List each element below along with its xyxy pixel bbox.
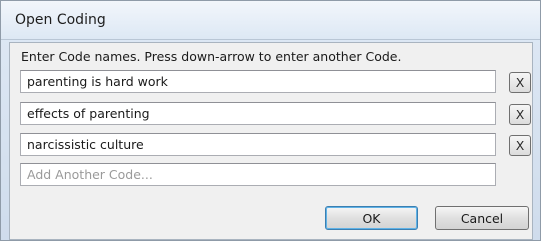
instruction-text: Enter Code names. Press down-arrow to en…	[21, 49, 402, 64]
code-input-1[interactable]	[20, 70, 496, 93]
cancel-button[interactable]: Cancel	[435, 206, 529, 230]
code-input-2[interactable]	[20, 102, 496, 125]
add-code-input[interactable]	[20, 163, 496, 186]
open-coding-dialog: Open Coding Enter Code names. Press down…	[0, 0, 541, 241]
remove-code-2-button[interactable]: X	[509, 104, 531, 125]
dialog-body: Enter Code names. Press down-arrow to en…	[9, 42, 533, 240]
ok-button[interactable]: OK	[325, 206, 418, 230]
code-input-3[interactable]	[20, 133, 496, 156]
remove-code-3-button[interactable]: X	[509, 135, 531, 156]
title-bar[interactable]: Open Coding	[1, 1, 540, 40]
dialog-title: Open Coding	[15, 12, 106, 28]
remove-code-1-button[interactable]: X	[509, 72, 531, 93]
